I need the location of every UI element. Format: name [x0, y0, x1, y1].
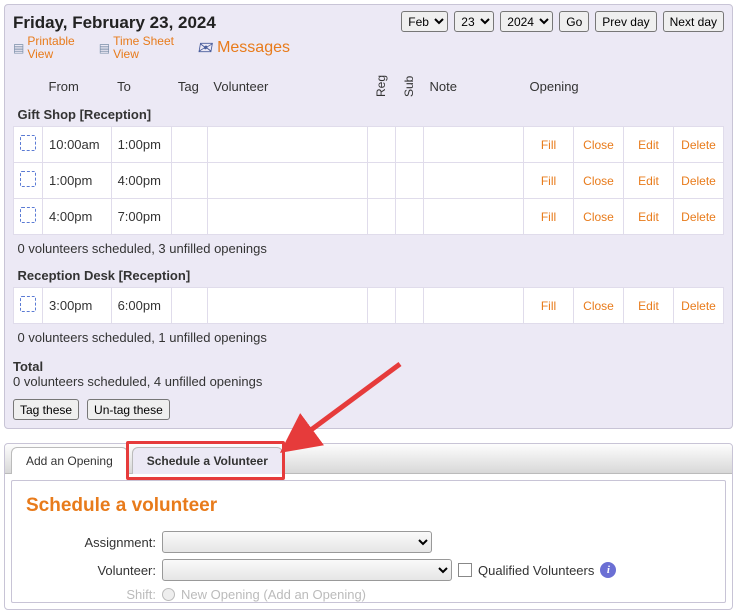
tag-these-button[interactable]: Tag these [13, 399, 79, 420]
edit-link[interactable]: Edit [638, 210, 659, 224]
cell-from: 1:00pm [43, 163, 112, 199]
totals-line: 0 volunteers scheduled, 4 unfilled openi… [13, 374, 262, 389]
qualified-volunteers-checkbox[interactable] [458, 563, 472, 577]
timesheet-view-link[interactable]: ▤ Time Sheet View [99, 35, 174, 61]
fill-link[interactable]: Fill [541, 299, 556, 313]
tab-content: Schedule a volunteer Assignment: Volunte… [11, 480, 726, 603]
cell-from: 3:00pm [43, 288, 112, 324]
col-note: Note [424, 71, 524, 101]
col-to: To [111, 71, 172, 101]
edit-link[interactable]: Edit [638, 299, 659, 313]
col-opening: Opening [524, 71, 724, 101]
row-checkbox[interactable] [20, 135, 36, 151]
section-heading: Schedule a volunteer [26, 495, 711, 517]
row-checkbox[interactable] [20, 171, 36, 187]
delete-link[interactable]: Delete [681, 174, 716, 188]
date-nav-controls: Feb 23 2024 Go Prev day Next day [401, 11, 724, 32]
delete-link[interactable]: Delete [681, 210, 716, 224]
row-checkbox[interactable] [20, 296, 36, 312]
cell-to: 4:00pm [111, 163, 172, 199]
group-summary: 0 volunteers scheduled, 1 unfilled openi… [14, 324, 724, 352]
close-link[interactable]: Close [583, 210, 614, 224]
volunteer-label: Volunteer: [26, 563, 156, 578]
cell-to: 7:00pm [111, 199, 172, 235]
year-select[interactable]: 2024 [500, 11, 553, 32]
col-from: From [43, 71, 112, 101]
envelope-icon: ✉ [196, 38, 215, 59]
go-button[interactable]: Go [559, 11, 589, 32]
assignment-select[interactable] [162, 531, 432, 553]
close-link[interactable]: Close [583, 174, 614, 188]
totals-label: Total [13, 359, 724, 374]
document-icon: ▤ [99, 42, 110, 55]
table-row: 1:00pm4:00pm Fill Close Edit Delete [14, 163, 724, 199]
lower-panel: Add an Opening Schedule a Volunteer Sche… [4, 443, 733, 610]
table-row: 10:00am1:00pm Fill Close Edit Delete [14, 127, 724, 163]
col-sub: Sub [395, 71, 423, 101]
edit-link[interactable]: Edit [638, 174, 659, 188]
date-heading: Friday, February 23, 2024 [13, 11, 216, 33]
close-link[interactable]: Close [583, 299, 614, 313]
col-reg: Reg [367, 71, 395, 101]
next-day-button[interactable]: Next day [663, 11, 724, 32]
delete-link[interactable]: Delete [681, 299, 716, 313]
group-title: Reception Desk [Reception] [14, 262, 724, 288]
cell-from: 10:00am [43, 127, 112, 163]
tab-strip: Add an Opening Schedule a Volunteer [5, 444, 732, 474]
group-summary: 0 volunteers scheduled, 3 unfilled openi… [14, 235, 724, 263]
volunteer-select[interactable] [162, 559, 452, 581]
untag-these-button[interactable]: Un-tag these [87, 399, 170, 420]
new-opening-radio [162, 588, 175, 601]
new-opening-text: New Opening (Add an Opening) [181, 587, 366, 602]
fill-link[interactable]: Fill [541, 174, 556, 188]
close-link[interactable]: Close [583, 138, 614, 152]
messages-link[interactable]: ✉ Messages [198, 38, 290, 59]
cell-to: 6:00pm [111, 288, 172, 324]
group-title: Gift Shop [Reception] [14, 101, 724, 127]
table-row: 3:00pm6:00pm Fill Close Edit Delete [14, 288, 724, 324]
col-tag: Tag [172, 71, 208, 101]
totals-block: Total 0 volunteers scheduled, 4 unfilled… [13, 359, 724, 389]
table-row: 4:00pm7:00pm Fill Close Edit Delete [14, 199, 724, 235]
schedule-panel: Friday, February 23, 2024 Feb 23 2024 Go… [4, 4, 733, 429]
shift-label: Shift: [26, 587, 156, 602]
info-icon[interactable]: i [600, 562, 616, 578]
assignment-label: Assignment: [26, 535, 156, 550]
edit-link[interactable]: Edit [638, 138, 659, 152]
prev-day-button[interactable]: Prev day [595, 11, 656, 32]
cell-to: 1:00pm [111, 127, 172, 163]
month-select[interactable]: Feb [401, 11, 448, 32]
day-select[interactable]: 23 [454, 11, 494, 32]
fill-link[interactable]: Fill [541, 138, 556, 152]
fill-link[interactable]: Fill [541, 210, 556, 224]
tab-schedule-volunteer[interactable]: Schedule a Volunteer [132, 447, 283, 474]
row-checkbox[interactable] [20, 207, 36, 223]
tab-add-opening[interactable]: Add an Opening [11, 447, 128, 474]
document-icon: ▤ [13, 42, 24, 55]
schedule-table: From To Tag Volunteer Reg Sub Note Openi… [13, 71, 724, 351]
col-volunteer: Volunteer [207, 71, 367, 101]
qualified-volunteers-label: Qualified Volunteers [478, 563, 594, 578]
printable-view-link[interactable]: ▤ Printable View [13, 35, 75, 61]
cell-from: 4:00pm [43, 199, 112, 235]
delete-link[interactable]: Delete [681, 138, 716, 152]
